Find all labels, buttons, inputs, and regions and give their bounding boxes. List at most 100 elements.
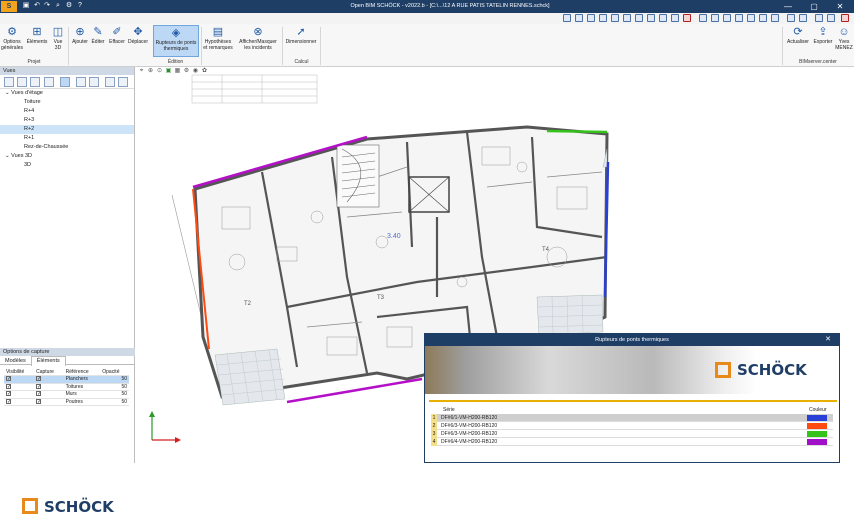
view-option-icon[interactable]: [118, 77, 128, 87]
view-option-icon[interactable]: [76, 77, 86, 87]
view-tool-icon[interactable]: [841, 14, 849, 22]
tree-item[interactable]: Toiture: [0, 98, 134, 107]
capture-checkbox[interactable]: ✓: [36, 376, 41, 382]
view-option-icon[interactable]: [17, 77, 27, 87]
settings-icon[interactable]: ⚙: [65, 2, 73, 10]
view-option-icon[interactable]: [89, 77, 99, 87]
undo-icon[interactable]: ↶: [33, 2, 41, 10]
view-tool-icon[interactable]: [599, 14, 607, 22]
view-tool-icon[interactable]: [659, 14, 667, 22]
view3d-button[interactable]: ◫ Vue 3D: [51, 25, 65, 57]
room-label: T2: [244, 301, 252, 307]
tree-item[interactable]: R+3: [0, 116, 134, 125]
tree-item[interactable]: ⌄ Vues 3D: [0, 152, 134, 161]
edit-button[interactable]: ✎ Éditer: [90, 25, 106, 57]
tab-elements[interactable]: Éléments: [30, 356, 66, 366]
tree-item[interactable]: R+1: [0, 134, 134, 143]
view-option-icon[interactable]: [30, 77, 40, 87]
tree-item[interactable]: R+4: [0, 107, 134, 116]
incident-icon: ⊗: [253, 26, 263, 38]
user-button[interactable]: ☺ Yves MENEZ: [835, 25, 853, 57]
color-swatch[interactable]: [807, 431, 827, 437]
view-tool-icon[interactable]: [623, 14, 631, 22]
tree-item[interactable]: Rez-de-Chaussée: [0, 143, 134, 152]
tree-item[interactable]: 3D: [0, 161, 134, 170]
close-button[interactable]: ✕: [830, 1, 850, 12]
row-opacity: 50: [100, 375, 129, 384]
view-tool-icon[interactable]: [747, 14, 755, 22]
view-tool-icon[interactable]: [575, 14, 583, 22]
dimension-button[interactable]: ➚ Dimensionner: [284, 25, 318, 57]
visibility-checkbox[interactable]: ✓: [6, 391, 11, 397]
view-option-icon[interactable]: [4, 77, 14, 87]
table-row[interactable]: ✓ ✓ Poutres 50: [4, 398, 129, 406]
list-item[interactable]: 1 DF#6/1-VM-H200-RB120: [431, 414, 833, 422]
view-tool-icon[interactable]: [759, 14, 767, 22]
thermal-breaks-dialog: Rupteurs de ponts thermiques ✕ SCHÖCK Sé…: [424, 333, 840, 463]
tree-item[interactable]: ⌄ Vues d'étage: [0, 89, 134, 98]
view-option-icon[interactable]: [105, 77, 115, 87]
visibility-checkbox[interactable]: ✓: [6, 376, 11, 382]
tree-item[interactable]: R+2: [0, 125, 134, 134]
list-item[interactable]: 3 DF#6/3-VM-H200-RB120: [431, 430, 833, 438]
incidents-button[interactable]: ⊗ Afficher/Masquer les incidents: [236, 25, 280, 57]
row-reference: Murs: [63, 390, 101, 399]
visibility-checkbox[interactable]: ✓: [6, 398, 11, 404]
view-tool-icon[interactable]: [563, 14, 571, 22]
schock-logo: SCHÖCK: [715, 360, 825, 380]
view-tool-icon[interactable]: [723, 14, 731, 22]
capture-checkbox[interactable]: ✓: [36, 391, 41, 397]
refresh-button[interactable]: ⟳ Actualiser: [785, 25, 811, 57]
view-tool-icon[interactable]: [815, 14, 823, 22]
visibility-checkbox[interactable]: ✓: [6, 383, 11, 389]
color-swatch[interactable]: [807, 439, 827, 445]
view-tool-icon[interactable]: [787, 14, 795, 22]
move-button[interactable]: ✥ Déplacer: [127, 25, 149, 57]
view-tool-icon[interactable]: [711, 14, 719, 22]
delete-button[interactable]: ✐ Effacer: [107, 25, 127, 57]
view-tool-icon[interactable]: [635, 14, 643, 22]
list-item[interactable]: 2 DF#6/3-VM-H200-RB120: [431, 422, 833, 430]
view-tool-icon[interactable]: [671, 14, 679, 22]
views-tree: ⌄ Vues d'étage Toiture R+4 R+3 R+2 R+1 Rez-de-…: [0, 89, 134, 170]
zoom-icon[interactable]: ⌕: [54, 2, 62, 10]
capture-checkbox[interactable]: ✓: [36, 398, 41, 404]
add-button[interactable]: ⊕ Ajouter: [70, 25, 90, 57]
app-logo-icon[interactable]: S: [1, 1, 17, 12]
elements-button[interactable]: ⊞ Éléments: [25, 25, 49, 57]
hypotheses-button[interactable]: ▤ Hypothèses et remarques: [203, 25, 233, 57]
view-tool-icon[interactable]: [611, 14, 619, 22]
redo-icon[interactable]: ↷: [43, 2, 51, 10]
thermal-breaks-button[interactable]: ◈ Rupteurs de ponts thermiques: [153, 25, 199, 57]
view-tool-icon[interactable]: [735, 14, 743, 22]
dialog-close-button[interactable]: ✕: [825, 334, 831, 346]
view-tool-icon[interactable]: [827, 14, 835, 22]
capture-checkbox[interactable]: ✓: [36, 383, 41, 389]
maximize-button[interactable]: ▢: [804, 1, 824, 12]
table-row[interactable]: ✓ ✓ Planchers 50: [4, 375, 129, 384]
minimize-button[interactable]: —: [778, 1, 798, 12]
table-row[interactable]: ✓ ✓ Toitures 50: [4, 383, 129, 391]
view-option-icon[interactable]: [44, 77, 54, 87]
view-tool-icon[interactable]: [647, 14, 655, 22]
left-panel: Vues ⌄ Vues d'étage Toiture R+4 R+3 R+2 R+1 Re…: [0, 67, 135, 516]
options-button[interactable]: ⚙ Options générales: [1, 25, 23, 57]
color-swatch[interactable]: [807, 415, 827, 421]
color-swatch[interactable]: [807, 423, 827, 429]
table-row[interactable]: ✓ ✓ Murs 50: [4, 390, 129, 399]
save-icon[interactable]: ▣: [22, 2, 30, 10]
help-icon[interactable]: ?: [76, 2, 84, 10]
tab-models[interactable]: Modèles: [0, 357, 31, 366]
view-tool-icon[interactable]: [771, 14, 779, 22]
list-item[interactable]: 4 DF#6/4-VM-H200-RB120: [431, 438, 833, 446]
dialog-banner: SCHÖCK: [425, 346, 839, 394]
view-tool-icon[interactable]: [683, 14, 691, 22]
view-tool-icon[interactable]: [587, 14, 595, 22]
document-icon: ▤: [212, 26, 224, 38]
view-option-icon[interactable]: [60, 77, 70, 87]
wand-icon: ➚: [296, 26, 306, 38]
eraser-icon: ✐: [112, 26, 122, 38]
view-tool-icon[interactable]: [699, 14, 707, 22]
view-tool-icon[interactable]: [799, 14, 807, 22]
export-button[interactable]: ⇪ Exporter: [812, 25, 834, 57]
